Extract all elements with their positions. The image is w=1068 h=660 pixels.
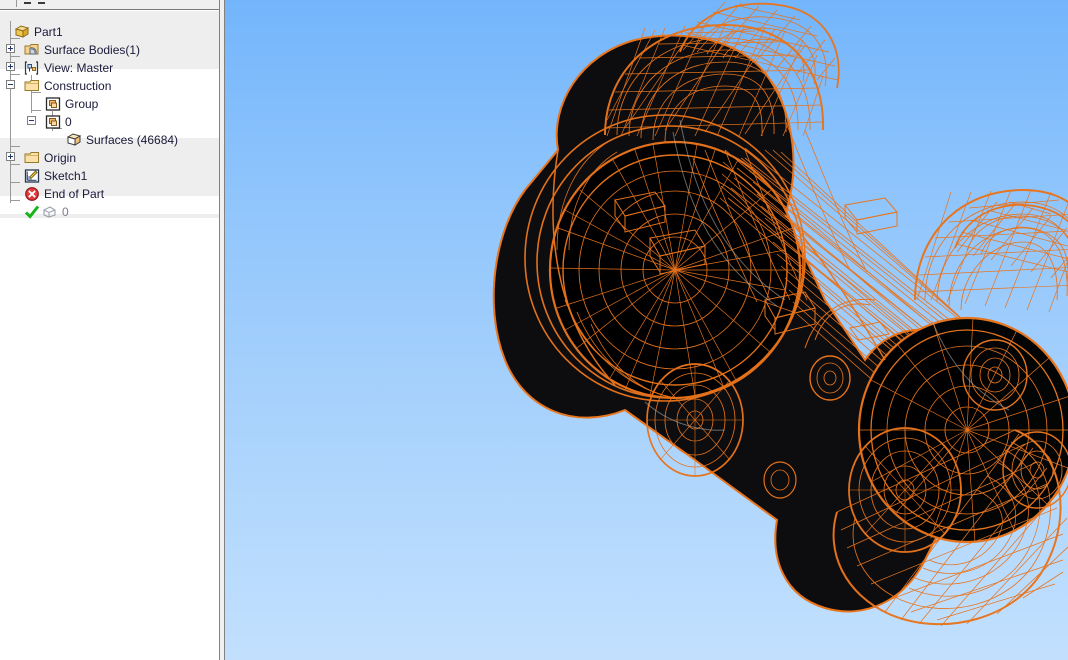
tree-item-label: End of Part	[44, 187, 105, 201]
sketch-icon	[24, 168, 40, 184]
tree-item-label: Construction	[44, 79, 112, 93]
3d-viewport[interactable]	[225, 0, 1068, 660]
toolbar-button-1[interactable]	[24, 2, 31, 4]
tree-item-label: Group	[65, 97, 99, 111]
toolbar-button-2[interactable]	[38, 2, 45, 4]
surface-bodies-icon	[24, 42, 40, 58]
folder-icon	[24, 150, 40, 166]
folder-icon	[24, 78, 40, 94]
wireframe-model	[492, 1, 1068, 627]
tree-item-label: Surfaces (46684)	[86, 133, 179, 147]
tree-item-label: 0	[62, 205, 69, 219]
expander-construction[interactable]	[6, 80, 15, 89]
feature-tree-scroll-area[interactable]: Part1 Surface Bodies(1) View: Master Con…	[0, 11, 219, 660]
tree-item-part1[interactable]: Part1	[0, 23, 219, 41]
part-cube-icon	[14, 24, 30, 40]
view-master-icon	[24, 60, 40, 76]
tree-item-sketch1[interactable]: Sketch1	[0, 167, 219, 185]
tree-item-origin[interactable]: Origin	[0, 149, 219, 167]
cad-application-window: Part1 Surface Bodies(1) View: Master Con…	[0, 0, 1068, 660]
tree-item-group[interactable]: Group	[0, 95, 219, 113]
expander-origin[interactable]	[6, 152, 15, 161]
toolbar-strip	[0, 0, 219, 10]
group-icon	[45, 114, 61, 130]
check-icon	[24, 204, 40, 220]
tree-item-surface-bodies[interactable]: Surface Bodies(1)	[0, 41, 219, 59]
tree-item-label: Surface Bodies(1)	[44, 43, 141, 57]
hub-a	[646, 363, 744, 477]
tree-item-view-master[interactable]: View: Master	[0, 59, 219, 77]
toolbar-separator	[16, 0, 17, 7]
surface-cube-icon	[66, 132, 82, 148]
expander-surface-bodies[interactable]	[6, 44, 15, 53]
tree-item-label: Origin	[44, 151, 77, 165]
feature-tree-panel: Part1 Surface Bodies(1) View: Master Con…	[0, 0, 225, 660]
tree-item-surfaces[interactable]: Surfaces (46684)	[0, 131, 219, 149]
end-of-part-icon	[24, 186, 40, 202]
expander-view-master[interactable]	[6, 62, 15, 71]
expander-zero[interactable]	[27, 116, 36, 125]
tree-item-construction[interactable]: Construction	[0, 77, 219, 95]
tree-item-label: Sketch1	[44, 169, 88, 183]
tree-item-status[interactable]: 0	[0, 203, 219, 221]
suppressed-feature-icon	[42, 204, 58, 220]
tree-item-label: View: Master	[44, 61, 114, 75]
tree-item-end-of-part[interactable]: End of Part	[0, 185, 219, 203]
tree-item-label: 0	[65, 115, 72, 129]
tree-item-label: Part1	[34, 25, 63, 39]
group-icon	[45, 96, 61, 112]
panel-splitter[interactable]	[219, 0, 225, 660]
